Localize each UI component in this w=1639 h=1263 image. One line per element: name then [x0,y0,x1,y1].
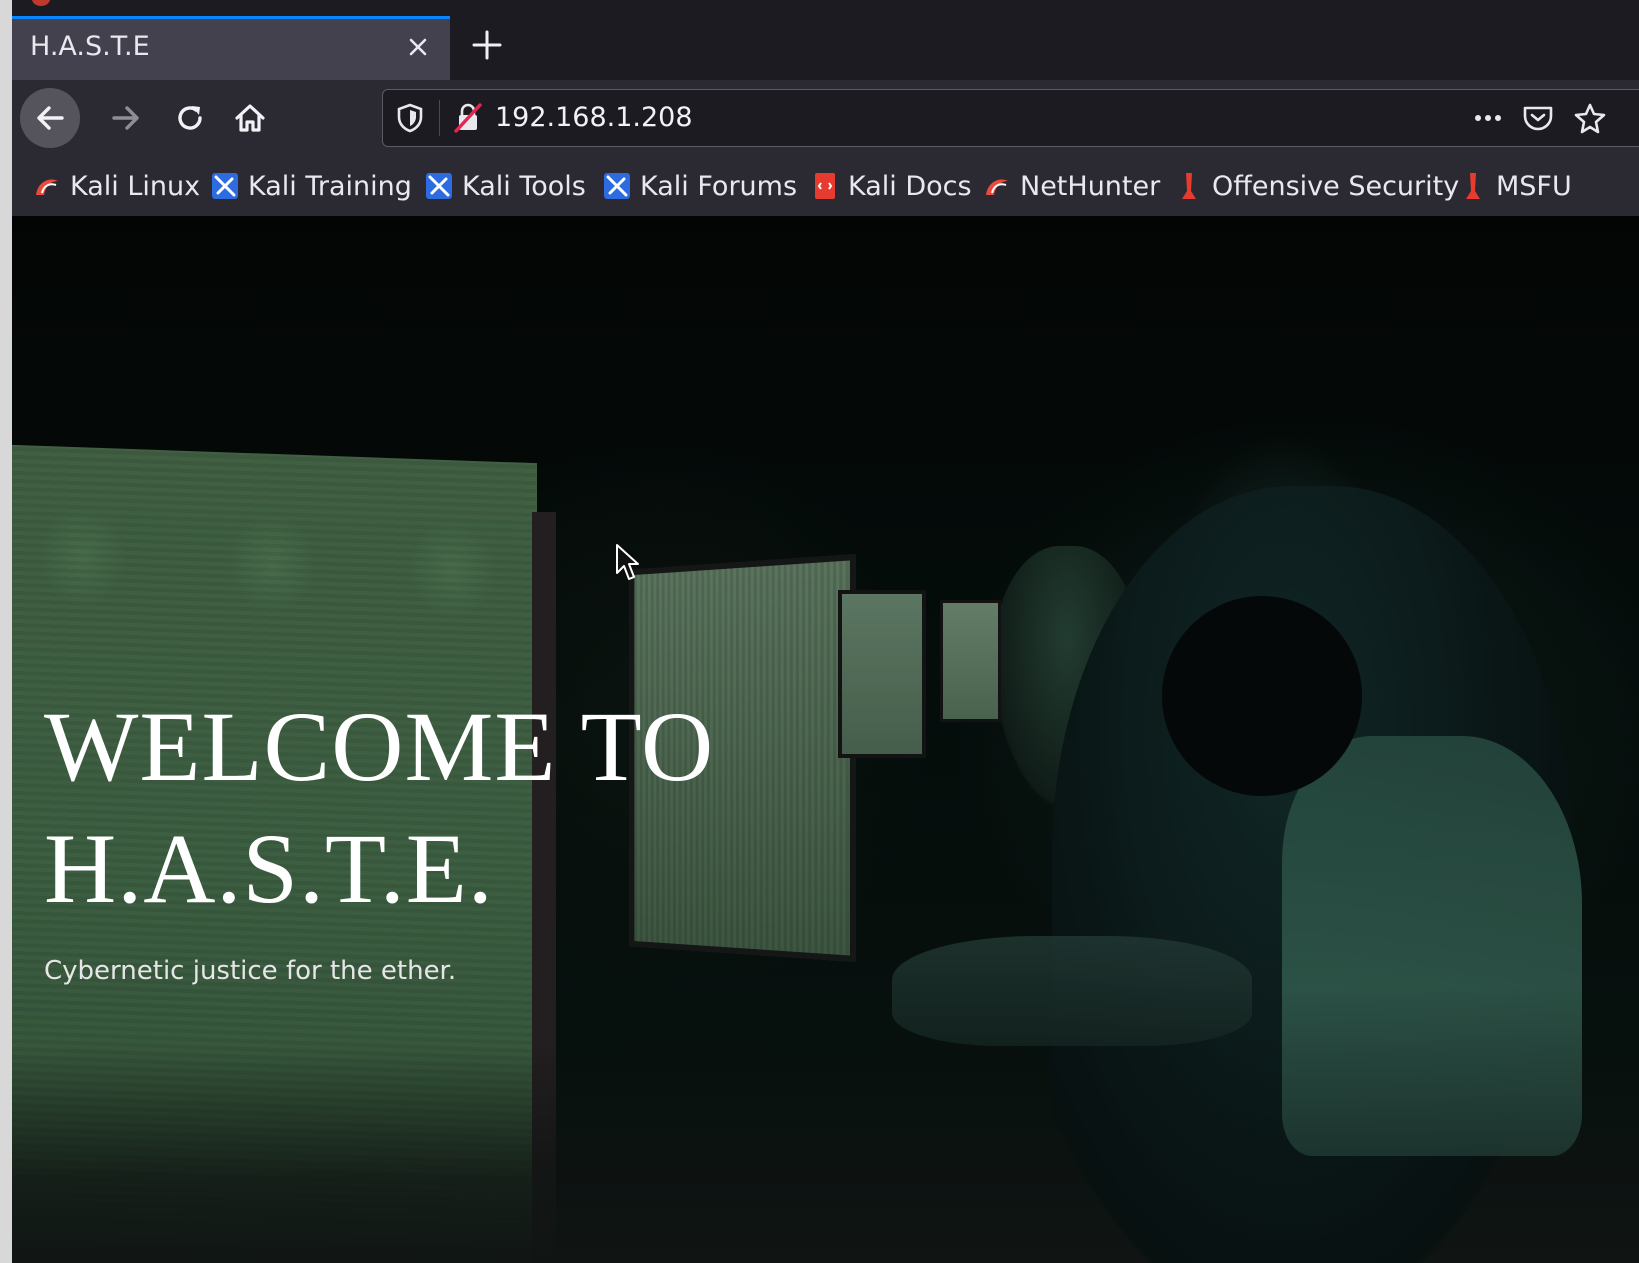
bookmark-label: Kali Training [248,170,412,202]
pocket-icon[interactable] [1521,102,1555,134]
navigation-toolbar: 192.168.1.208 [12,80,1639,156]
bookmark-kali-docs[interactable]: Kali Docs [810,168,972,204]
page-actions-more-icon[interactable] [1471,102,1505,134]
hero-title-line-1: WELCOME TO [44,691,715,802]
arrow-right-icon [112,106,139,130]
bookmark-kali-linux[interactable]: Kali Linux [32,168,200,204]
bookmark-label: MSFU [1496,170,1572,202]
bookmarks-toolbar: Kali Linux Kali Training Kali Tools Kali… [12,156,1639,216]
hero-subtitle: Cybernetic justice for the ether. [44,956,457,986]
arrow-left-icon [37,106,64,130]
tab-title: H.A.S.T.E [30,31,150,62]
bookmark-label: Kali Tools [462,170,586,202]
back-button[interactable] [20,88,80,148]
bookmark-kali-tools[interactable]: Kali Tools [424,168,586,204]
bookmark-kali-forums[interactable]: Kali Forums [602,168,797,204]
bookmark-star-icon[interactable] [1573,102,1607,134]
bookmark-nethunter[interactable]: NetHunter [982,168,1160,204]
hero-title: WELCOME TO H.A.S.T.E. [44,686,714,930]
kali-sword-icon [604,173,630,199]
bookmark-offensive-security[interactable]: Offensive Security [1174,168,1459,204]
browser-window: H.A.S.T.E 192.168.1.208 Kali Linux Kali … [12,0,1639,1263]
web-page-content: WELCOME TO H.A.S.T.E. Cybernetic justice… [12,216,1639,1263]
bookmark-label: Kali Linux [70,170,201,202]
url-separator [439,100,440,136]
bookmark-label: NetHunter [1020,170,1161,202]
offsec-icon [1182,173,1196,199]
new-tab-icon[interactable] [470,28,504,62]
home-icon [235,104,265,132]
reload-button[interactable] [160,88,220,148]
kali-dragon-icon [36,179,58,195]
hero-title-line-2: H.A.S.T.E. [44,813,494,924]
bookmark-label: Kali Forums [640,170,798,202]
bookmark-kali-training[interactable]: Kali Training [210,168,412,204]
window-menu-dot [32,0,50,6]
insecure-lock-icon[interactable] [453,102,483,134]
offsec-icon [1466,173,1480,199]
shield-icon[interactable] [395,102,425,134]
kali-sword-icon [426,173,452,199]
mouse-cursor-icon [616,544,639,580]
bookmark-label: Offensive Security [1212,170,1460,202]
bookmark-msfu[interactable]: MSFU [1458,168,1572,204]
home-button[interactable] [220,88,280,148]
close-tab-icon[interactable] [404,33,432,61]
tab-strip: H.A.S.T.E [12,0,1639,80]
kali-sword-icon [212,173,238,199]
forward-button[interactable] [96,88,156,148]
kali-dragon-icon [986,179,1008,195]
address-bar[interactable]: 192.168.1.208 [382,89,1639,147]
reload-icon [178,106,202,130]
kali-docs-icon [815,173,835,199]
bookmark-label: Kali Docs [848,170,972,202]
tab-active[interactable]: H.A.S.T.E [12,16,450,80]
url-text[interactable]: 192.168.1.208 [495,102,693,133]
